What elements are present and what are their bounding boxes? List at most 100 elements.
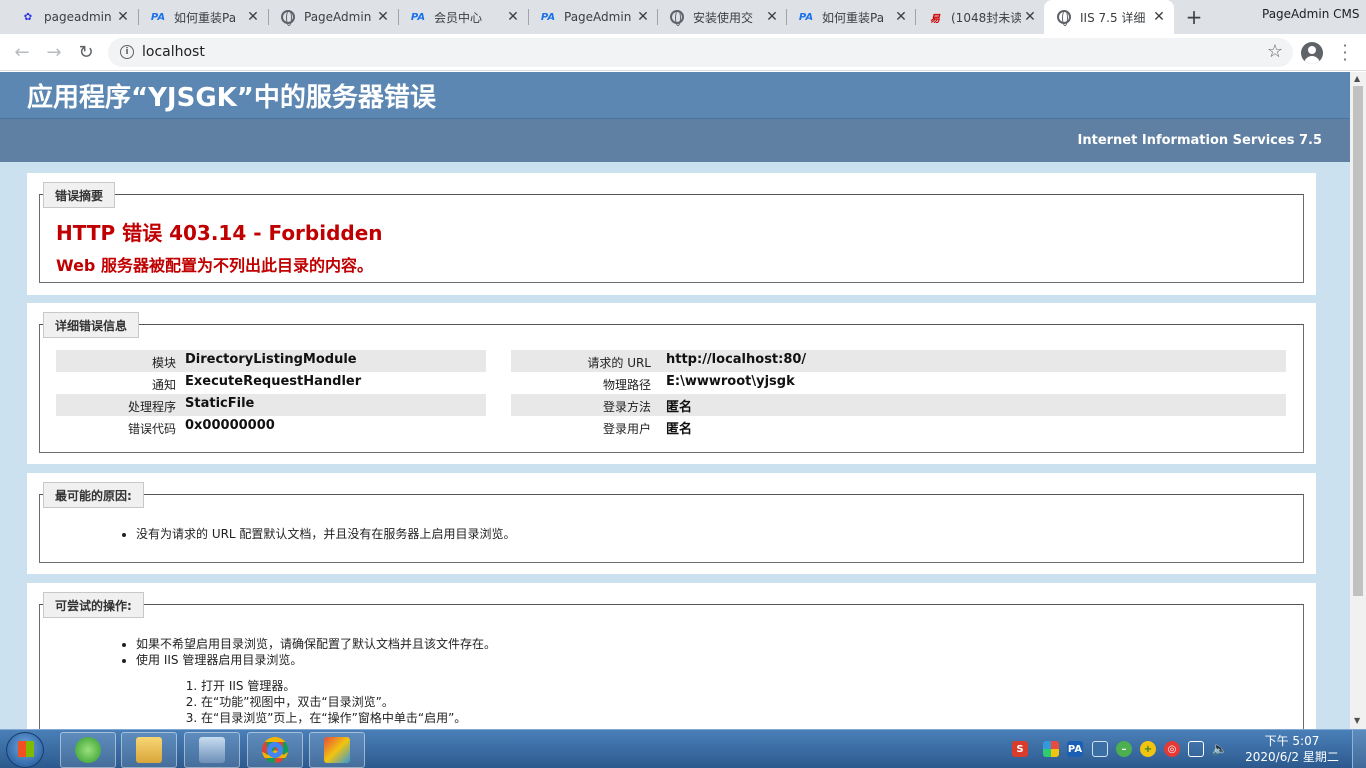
error-summary-fieldset: 错误摘要 HTTP 错误 403.14 - Forbidden Web 服务器被… bbox=[39, 182, 1304, 283]
tab-install-exchange[interactable]: 安装使用交 ✕ bbox=[657, 0, 787, 34]
sogou-ime-icon[interactable]: S bbox=[1012, 741, 1028, 757]
detail-row: 登录用户 匿名 bbox=[511, 416, 1286, 438]
causes-box: 最可能的原因: 没有为请求的 URL 配置默认文档，并且没有在服务器上启用目录浏… bbox=[27, 473, 1316, 574]
tab-iis-error[interactable]: IIS 7.5 详细 ✕ bbox=[1044, 0, 1174, 34]
close-icon[interactable]: ✕ bbox=[244, 8, 262, 26]
url-text[interactable]: localhost bbox=[142, 44, 205, 60]
detail-label: 错误代码 bbox=[127, 422, 176, 436]
close-icon[interactable]: ✕ bbox=[114, 8, 132, 26]
causes-fieldset: 最可能的原因: 没有为请求的 URL 配置默认文档，并且没有在服务器上启用目录浏… bbox=[39, 482, 1304, 563]
globe-icon bbox=[669, 9, 685, 26]
security-icon[interactable]: ◎ bbox=[1164, 741, 1180, 757]
profile-avatar-icon[interactable] bbox=[1301, 42, 1323, 64]
info-icon[interactable]: i bbox=[120, 45, 134, 59]
start-button[interactable] bbox=[6, 732, 44, 768]
green-circle-icon[interactable]: – bbox=[1116, 741, 1132, 757]
show-desktop-button[interactable] bbox=[1352, 730, 1366, 768]
chrome-icon[interactable] bbox=[247, 732, 303, 768]
close-icon[interactable]: ✕ bbox=[504, 8, 522, 26]
vertical-scrollbar[interactable]: ▲ ▼ bbox=[1350, 72, 1366, 729]
menu-dots-icon[interactable]: · · · bbox=[1338, 38, 1352, 68]
tab-reinstall-2[interactable]: PA 如何重装Pa ✕ bbox=[786, 0, 916, 34]
ie-icon[interactable] bbox=[60, 732, 116, 768]
forward-button[interactable]: → bbox=[42, 40, 66, 64]
close-icon[interactable]: ✕ bbox=[892, 8, 910, 26]
network-icon[interactable] bbox=[1188, 741, 1204, 757]
tab-label: PageAdmin bbox=[304, 10, 372, 24]
detail-value: DirectoryListingModule bbox=[185, 352, 357, 367]
iis-version-banner: Internet Information Services 7.5 bbox=[0, 119, 1350, 162]
pageadmin-icon: PA bbox=[540, 11, 556, 23]
detail-label: 处理程序 bbox=[127, 400, 176, 414]
actions-box: 可尝试的操作: 如果不希望启用目录浏览，请确保配置了默认文档并且该文件存在。 使… bbox=[27, 583, 1316, 729]
scroll-up-icon[interactable]: ▲ bbox=[1354, 74, 1360, 83]
detail-row: 物理路径 E:\wwwroot\yjsgk bbox=[511, 372, 1286, 394]
close-icon[interactable]: ✕ bbox=[1021, 8, 1039, 26]
list-item: 如果不希望启用目录浏览，请确保配置了默认文档并且该文件存在。 bbox=[136, 636, 496, 652]
tab-label: (1048封未读 bbox=[951, 10, 1021, 25]
page-title: 应用程序“YJSGK”中的服务器错误 bbox=[27, 82, 436, 113]
detail-row: 请求的 URL http://localhost:80/ bbox=[511, 350, 1286, 372]
pageadmin-tray-icon[interactable]: PA bbox=[1067, 741, 1083, 757]
error-details-legend: 详细错误信息 bbox=[43, 312, 140, 338]
close-icon[interactable]: ✕ bbox=[374, 8, 392, 26]
detail-label: 登录方法 bbox=[602, 400, 651, 414]
reload-button[interactable]: ↻ bbox=[74, 40, 98, 64]
close-icon[interactable]: ✕ bbox=[634, 8, 652, 26]
globe-icon bbox=[280, 9, 296, 26]
volume-icon[interactable]: 🔈 bbox=[1212, 741, 1228, 757]
tab-label: 安装使用交 bbox=[693, 10, 754, 25]
tab-label: pageadmin bbox=[44, 10, 112, 24]
control-panel-icon[interactable] bbox=[184, 732, 240, 768]
tab-pageadmin-1[interactable]: PageAdmin ✕ bbox=[268, 0, 398, 34]
scrollbar-thumb[interactable] bbox=[1353, 86, 1363, 596]
close-icon[interactable]: ✕ bbox=[1150, 8, 1168, 26]
tab-pageadmin-2[interactable]: PA PageAdmin ✕ bbox=[528, 0, 658, 34]
tab-mail[interactable]: 易 (1048封未读 ✕ bbox=[915, 0, 1045, 34]
clock-date: 2020/6/2 星期二 bbox=[1245, 750, 1339, 764]
detail-value: http://localhost:80/ bbox=[666, 352, 807, 367]
tools-icon[interactable] bbox=[309, 732, 365, 768]
detail-value: 匿名 bbox=[666, 400, 693, 415]
detail-value: 匿名 bbox=[666, 422, 693, 437]
tab-label: 如何重装Pa bbox=[174, 10, 237, 25]
bookmark-star-icon[interactable]: ☆ bbox=[1267, 41, 1283, 62]
address-bar[interactable]: i localhost ☆ bbox=[108, 38, 1293, 67]
tab-member-center[interactable]: PA 会员中心 ✕ bbox=[398, 0, 528, 34]
error-detail: Web 服务器被配置为不列出此目录的内容。 bbox=[56, 256, 373, 275]
plus-circle-icon[interactable]: + bbox=[1140, 741, 1156, 757]
error-heading: HTTP 错误 403.14 - Forbidden bbox=[56, 221, 383, 245]
tab-label: 会员中心 bbox=[434, 10, 483, 25]
browser-toolbar: ← → ↻ i localhost ☆ · · · bbox=[0, 34, 1366, 71]
baidu-paw-icon: ✿ bbox=[23, 11, 33, 23]
detail-label: 模块 bbox=[151, 356, 176, 370]
windows-logo-icon bbox=[18, 741, 34, 757]
steps-list: 打开 IIS 管理器。 在“功能”视图中，双击“目录浏览”。 在“目录浏览”页上… bbox=[201, 678, 466, 726]
scroll-down-icon[interactable]: ▼ bbox=[1354, 716, 1360, 725]
list-item: 使用 IIS 管理器启用目录浏览。 bbox=[136, 652, 496, 668]
error-details-fieldset: 详细错误信息 模块 DirectoryListingModule 通知 Exec… bbox=[39, 312, 1304, 453]
actions-legend: 可尝试的操作: bbox=[43, 592, 144, 618]
pageadmin-icon: PA bbox=[798, 11, 814, 23]
browser-tab-strip: ✿ pageadmin ✕ PA 如何重装Pa ✕ PageAdmin ✕ PA… bbox=[0, 0, 1366, 34]
cube-app-icon[interactable] bbox=[1043, 741, 1059, 757]
causes-legend: 最可能的原因: bbox=[43, 482, 144, 508]
new-tab-button[interactable]: + bbox=[1181, 5, 1207, 29]
tab-reinstall-1[interactable]: PA 如何重装Pa ✕ bbox=[138, 0, 268, 34]
detail-label: 请求的 URL bbox=[587, 356, 651, 370]
back-button[interactable]: ← bbox=[10, 40, 34, 64]
tab-pageadmin-search[interactable]: ✿ pageadmin ✕ bbox=[8, 0, 138, 34]
tab-label: IIS 7.5 详细 bbox=[1080, 10, 1146, 25]
detail-row: 模块 DirectoryListingModule bbox=[56, 350, 486, 372]
causes-list: 没有为请求的 URL 配置默认文档，并且没有在服务器上启用目录浏览。 bbox=[136, 526, 515, 542]
close-icon[interactable]: ✕ bbox=[763, 8, 781, 26]
window-title: PageAdmin CMS bbox=[1262, 7, 1360, 21]
detail-row: 错误代码 0x00000000 bbox=[56, 416, 486, 438]
system-clock[interactable]: 下午 5:07 2020/6/2 星期二 bbox=[1240, 733, 1344, 765]
detail-value: E:\wwwroot\yjsgk bbox=[666, 374, 795, 389]
window-tray-icon[interactable] bbox=[1092, 741, 1108, 757]
tab-label: 如何重装Pa bbox=[822, 10, 885, 25]
detail-value: ExecuteRequestHandler bbox=[185, 374, 362, 389]
explorer-icon[interactable] bbox=[121, 732, 177, 768]
page-viewport: 应用程序“YJSGK”中的服务器错误 Internet Information … bbox=[0, 72, 1350, 729]
